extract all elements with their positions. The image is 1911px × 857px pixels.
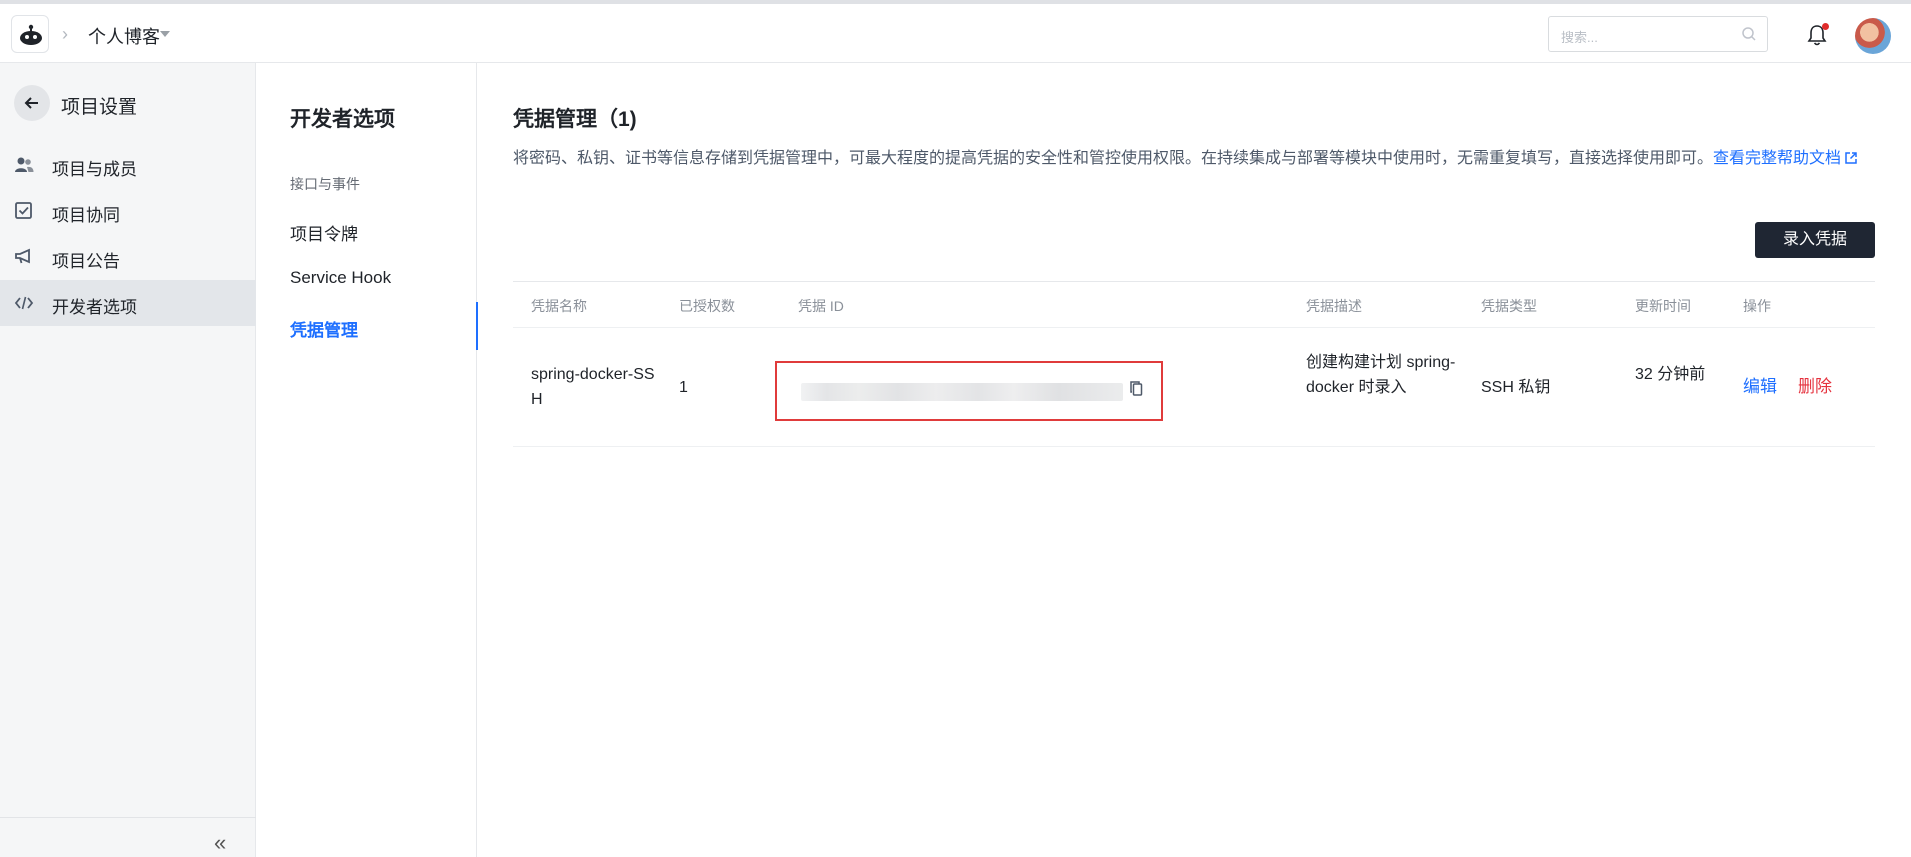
credential-id-redacted xyxy=(801,383,1123,401)
description-text: 将密码、私钥、证书等信息存储到凭据管理中，可最大程度的提高凭据的安全性和管控使用… xyxy=(513,150,1714,167)
caret-down-icon[interactable] xyxy=(160,31,170,37)
members-icon xyxy=(15,157,34,172)
table-header: 凭据名称 已授权数 凭据 ID 凭据描述 凭据类型 更新时间 操作 xyxy=(513,281,1875,328)
credential-description: 创建构建计划 spring-docker 时录入 xyxy=(1306,354,1456,396)
credentials-table: 凭据名称 已授权数 凭据 ID 凭据描述 凭据类型 更新时间 操作 spring… xyxy=(513,281,1875,447)
column-header: 更新时间 xyxy=(1635,298,1691,314)
search-icon xyxy=(1742,27,1756,41)
divider xyxy=(0,817,256,818)
copy-icon[interactable] xyxy=(1129,380,1145,398)
code-icon xyxy=(14,296,34,310)
project-switcher[interactable]: 个人博客 xyxy=(88,23,160,49)
column-header: 凭据 ID xyxy=(798,298,844,314)
collapse-sidebar-icon[interactable]: « xyxy=(214,830,226,856)
sidebar-item-developer[interactable]: 开发者选项 xyxy=(0,280,256,326)
page-description: 将密码、私钥、证书等信息存储到凭据管理中，可最大程度的提高凭据的安全性和管控使用… xyxy=(513,146,1881,172)
sidebar-item-label: 项目公告 xyxy=(52,252,120,271)
developer-options-nav: 开发者选项 接口与事件 项目令牌 Service Hook 凭据管理 xyxy=(256,63,478,857)
sidebar-item-label: 开发者选项 xyxy=(52,298,137,317)
collab-icon xyxy=(15,202,32,219)
sidebar-item-members[interactable]: 项目与成员 xyxy=(0,142,256,188)
subnav-item-label: Service Hook xyxy=(290,268,392,287)
column-header: 凭据类型 xyxy=(1481,298,1537,314)
search-placeholder: 搜索... xyxy=(1561,30,1598,45)
sidebar-item-label: 项目协同 xyxy=(52,206,120,225)
sidebar-item-label: 项目与成员 xyxy=(52,160,137,179)
subnav-title: 开发者选项 xyxy=(290,108,395,131)
help-link-label: 查看完整帮助文档 xyxy=(1713,150,1842,167)
top-bar: › 个人博客 搜索... xyxy=(0,0,1911,63)
external-link-icon xyxy=(1845,152,1857,164)
subnav-item-credentials[interactable]: 凭据管理 xyxy=(256,302,478,350)
subnav-item-project-token[interactable]: 项目令牌 xyxy=(256,206,477,254)
authorized-count: 1 xyxy=(679,379,688,396)
megaphone-icon xyxy=(15,248,30,264)
project-settings-sidebar: 项目设置 项目与成员 项目协同 项目公告 开发者选项 « xyxy=(0,63,256,857)
back-button[interactable] xyxy=(14,85,50,121)
credential-name: spring-docker-SSH xyxy=(531,366,655,408)
sidebar-item-collab[interactable]: 项目协同 xyxy=(0,188,256,234)
column-header: 凭据描述 xyxy=(1306,298,1362,314)
search-input[interactable]: 搜索... xyxy=(1548,16,1768,52)
avatar[interactable] xyxy=(1855,18,1891,54)
edit-button[interactable]: 编辑 xyxy=(1743,372,1777,397)
logo-icon[interactable] xyxy=(11,15,49,53)
notification-dot xyxy=(1822,23,1829,30)
column-header: 凭据名称 xyxy=(531,298,587,314)
sidebar-title: 项目设置 xyxy=(61,97,138,118)
credential-id-cell xyxy=(775,361,1163,421)
column-header: 已授权数 xyxy=(679,298,735,314)
arrow-left-icon xyxy=(24,97,38,109)
credentials-main: 凭据管理（1) 将密码、私钥、证书等信息存储到凭据管理中，可最大程度的提高凭据的… xyxy=(477,63,1911,857)
subnav-group-label: 接口与事件 xyxy=(290,176,360,192)
credential-type: SSH 私钥 xyxy=(1481,379,1551,396)
subnav-item-label: 凭据管理 xyxy=(290,321,358,340)
chevron-right-icon: › xyxy=(62,24,68,44)
sidebar-item-announcement[interactable]: 项目公告 xyxy=(0,234,256,280)
help-doc-link[interactable]: 查看完整帮助文档 xyxy=(1713,150,1858,167)
updated-time: 32 分钟前 xyxy=(1635,366,1706,383)
page-title: 凭据管理（1) xyxy=(513,108,637,131)
table-row: spring-docker-SSH 1 创建构建计划 spring-docker… xyxy=(513,328,1875,447)
column-header: 操作 xyxy=(1743,298,1771,314)
delete-button[interactable]: 删除 xyxy=(1798,372,1832,397)
subnav-item-label: 项目令牌 xyxy=(290,225,358,244)
add-credential-button[interactable]: 录入凭据 xyxy=(1755,222,1875,258)
subnav-item-service-hook[interactable]: Service Hook xyxy=(256,254,477,302)
